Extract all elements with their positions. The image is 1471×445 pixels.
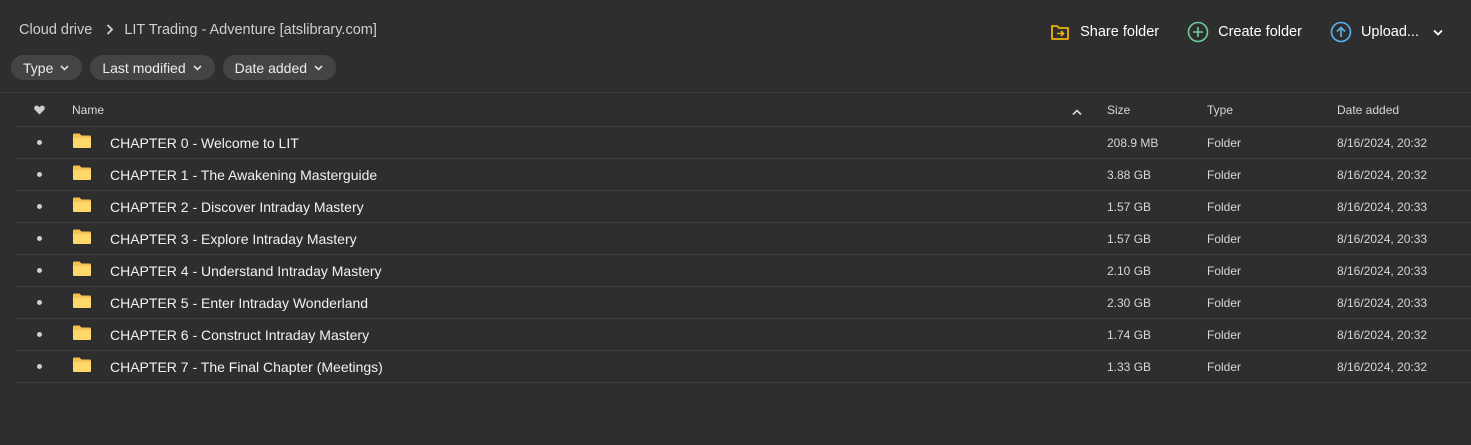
breadcrumb-root[interactable]: Cloud drive — [19, 22, 92, 38]
row-type: Folder — [1207, 231, 1242, 246]
row-size: 1.33 GB — [1107, 359, 1152, 374]
share-folder-label: Share folder — [1080, 24, 1160, 40]
chevron-right-icon — [106, 22, 114, 38]
row-marker[interactable] — [33, 332, 45, 337]
share-folder-icon — [1049, 21, 1071, 43]
table-row[interactable]: CHAPTER 7 - The Final Chapter (Meetings)… — [16, 351, 1471, 383]
row-date: 8/16/2024, 20:32 — [1337, 327, 1428, 342]
row-name: CHAPTER 6 - Construct Intraday Mastery — [110, 326, 370, 343]
file-table: Name Size Type Date added CHAPTER 0 - We… — [16, 94, 1471, 383]
row-size: 1.57 GB — [1107, 231, 1152, 246]
filter-date-added-label: Date added — [234, 59, 308, 76]
folder-icon — [72, 228, 92, 250]
row-type: Folder — [1207, 263, 1242, 278]
upload-button[interactable]: Upload... — [1330, 21, 1443, 43]
row-marker[interactable] — [33, 268, 45, 273]
header-size[interactable]: Size — [1107, 103, 1130, 117]
sort-ascending-icon[interactable] — [1072, 105, 1082, 119]
folder-icon — [72, 324, 92, 346]
filter-type[interactable]: Type — [11, 55, 83, 80]
row-size: 1.74 GB — [1107, 327, 1152, 342]
folder-icon — [72, 196, 92, 218]
row-type: Folder — [1207, 327, 1242, 342]
top-bar: Cloud drive LIT Trading - Adventure [ats… — [0, 0, 1471, 80]
filter-date-added[interactable]: Date added — [222, 55, 337, 80]
header-name[interactable]: Name — [72, 103, 104, 117]
chevron-down-icon — [193, 64, 202, 71]
header-date-added[interactable]: Date added — [1337, 103, 1399, 117]
breadcrumb-current[interactable]: LIT Trading - Adventure [atslibrary.com] — [124, 22, 377, 38]
upload-label: Upload... — [1360, 24, 1419, 40]
table-row[interactable]: CHAPTER 0 - Welcome to LIT 208.9 MB Fold… — [16, 127, 1471, 159]
chevron-down-icon — [60, 64, 69, 71]
filter-last-modified-label: Last modified — [102, 59, 186, 76]
row-marker[interactable] — [33, 300, 45, 305]
filter-last-modified[interactable]: Last modified — [90, 55, 215, 80]
table-body: CHAPTER 0 - Welcome to LIT 208.9 MB Fold… — [16, 127, 1471, 383]
create-folder-button[interactable]: Create folder — [1187, 21, 1302, 43]
row-name: CHAPTER 3 - Explore Intraday Mastery — [110, 230, 357, 247]
toolbar-actions: Share folder Create folder Upload... — [1021, 19, 1443, 45]
row-name: CHAPTER 2 - Discover Intraday Mastery — [110, 198, 364, 215]
row-date: 8/16/2024, 20:32 — [1337, 167, 1428, 182]
row-size: 3.88 GB — [1107, 167, 1152, 182]
folder-icon — [72, 260, 92, 282]
folder-icon — [72, 164, 92, 186]
row-date: 8/16/2024, 20:32 — [1337, 135, 1428, 150]
filter-bar: Type Last modified Date added — [11, 55, 344, 80]
row-type: Folder — [1207, 359, 1242, 374]
table-row[interactable]: CHAPTER 1 - The Awakening Masterguide 3.… — [16, 159, 1471, 191]
row-type: Folder — [1207, 295, 1242, 310]
table-row[interactable]: CHAPTER 4 - Understand Intraday Mastery … — [16, 255, 1471, 287]
folder-icon — [72, 356, 92, 378]
row-date: 8/16/2024, 20:33 — [1337, 295, 1428, 310]
row-size: 1.57 GB — [1107, 199, 1152, 214]
divider — [0, 92, 1471, 93]
row-date: 8/16/2024, 20:33 — [1337, 231, 1428, 246]
row-size: 2.10 GB — [1107, 263, 1152, 278]
share-folder-button[interactable]: Share folder — [1049, 21, 1159, 43]
heart-icon[interactable] — [33, 105, 45, 115]
row-name: CHAPTER 5 - Enter Intraday Wonderland — [110, 294, 369, 311]
create-folder-label: Create folder — [1218, 24, 1302, 40]
header-type[interactable]: Type — [1207, 103, 1233, 117]
row-date: 8/16/2024, 20:32 — [1337, 359, 1428, 374]
folder-icon — [72, 292, 92, 314]
row-date: 8/16/2024, 20:33 — [1337, 199, 1428, 214]
table-row[interactable]: CHAPTER 3 - Explore Intraday Mastery 1.5… — [16, 223, 1471, 255]
row-name: CHAPTER 0 - Welcome to LIT — [110, 134, 299, 151]
chevron-down-icon[interactable] — [1433, 29, 1443, 36]
table-row[interactable]: CHAPTER 2 - Discover Intraday Mastery 1.… — [16, 191, 1471, 223]
row-name: CHAPTER 1 - The Awakening Masterguide — [110, 166, 378, 183]
table-header: Name Size Type Date added — [16, 94, 1471, 127]
row-marker[interactable] — [33, 172, 45, 177]
row-name: CHAPTER 7 - The Final Chapter (Meetings) — [110, 358, 383, 375]
row-marker[interactable] — [33, 236, 45, 241]
upload-arrow-icon — [1330, 21, 1352, 43]
filter-type-label: Type — [23, 59, 54, 76]
row-marker[interactable] — [33, 140, 45, 145]
table-row[interactable]: CHAPTER 6 - Construct Intraday Mastery 1… — [16, 319, 1471, 351]
row-size: 208.9 MB — [1107, 135, 1159, 150]
row-marker[interactable] — [33, 204, 45, 209]
row-date: 8/16/2024, 20:33 — [1337, 263, 1428, 278]
plus-circle-icon — [1187, 21, 1209, 43]
row-type: Folder — [1207, 135, 1242, 150]
chevron-down-icon — [314, 64, 323, 71]
row-type: Folder — [1207, 199, 1242, 214]
breadcrumb: Cloud drive LIT Trading - Adventure [ats… — [19, 22, 377, 38]
row-marker[interactable] — [33, 364, 45, 369]
row-name: CHAPTER 4 - Understand Intraday Mastery — [110, 262, 382, 279]
row-size: 2.30 GB — [1107, 295, 1152, 310]
row-type: Folder — [1207, 167, 1242, 182]
table-row[interactable]: CHAPTER 5 - Enter Intraday Wonderland 2.… — [16, 287, 1471, 319]
folder-icon — [72, 132, 92, 154]
